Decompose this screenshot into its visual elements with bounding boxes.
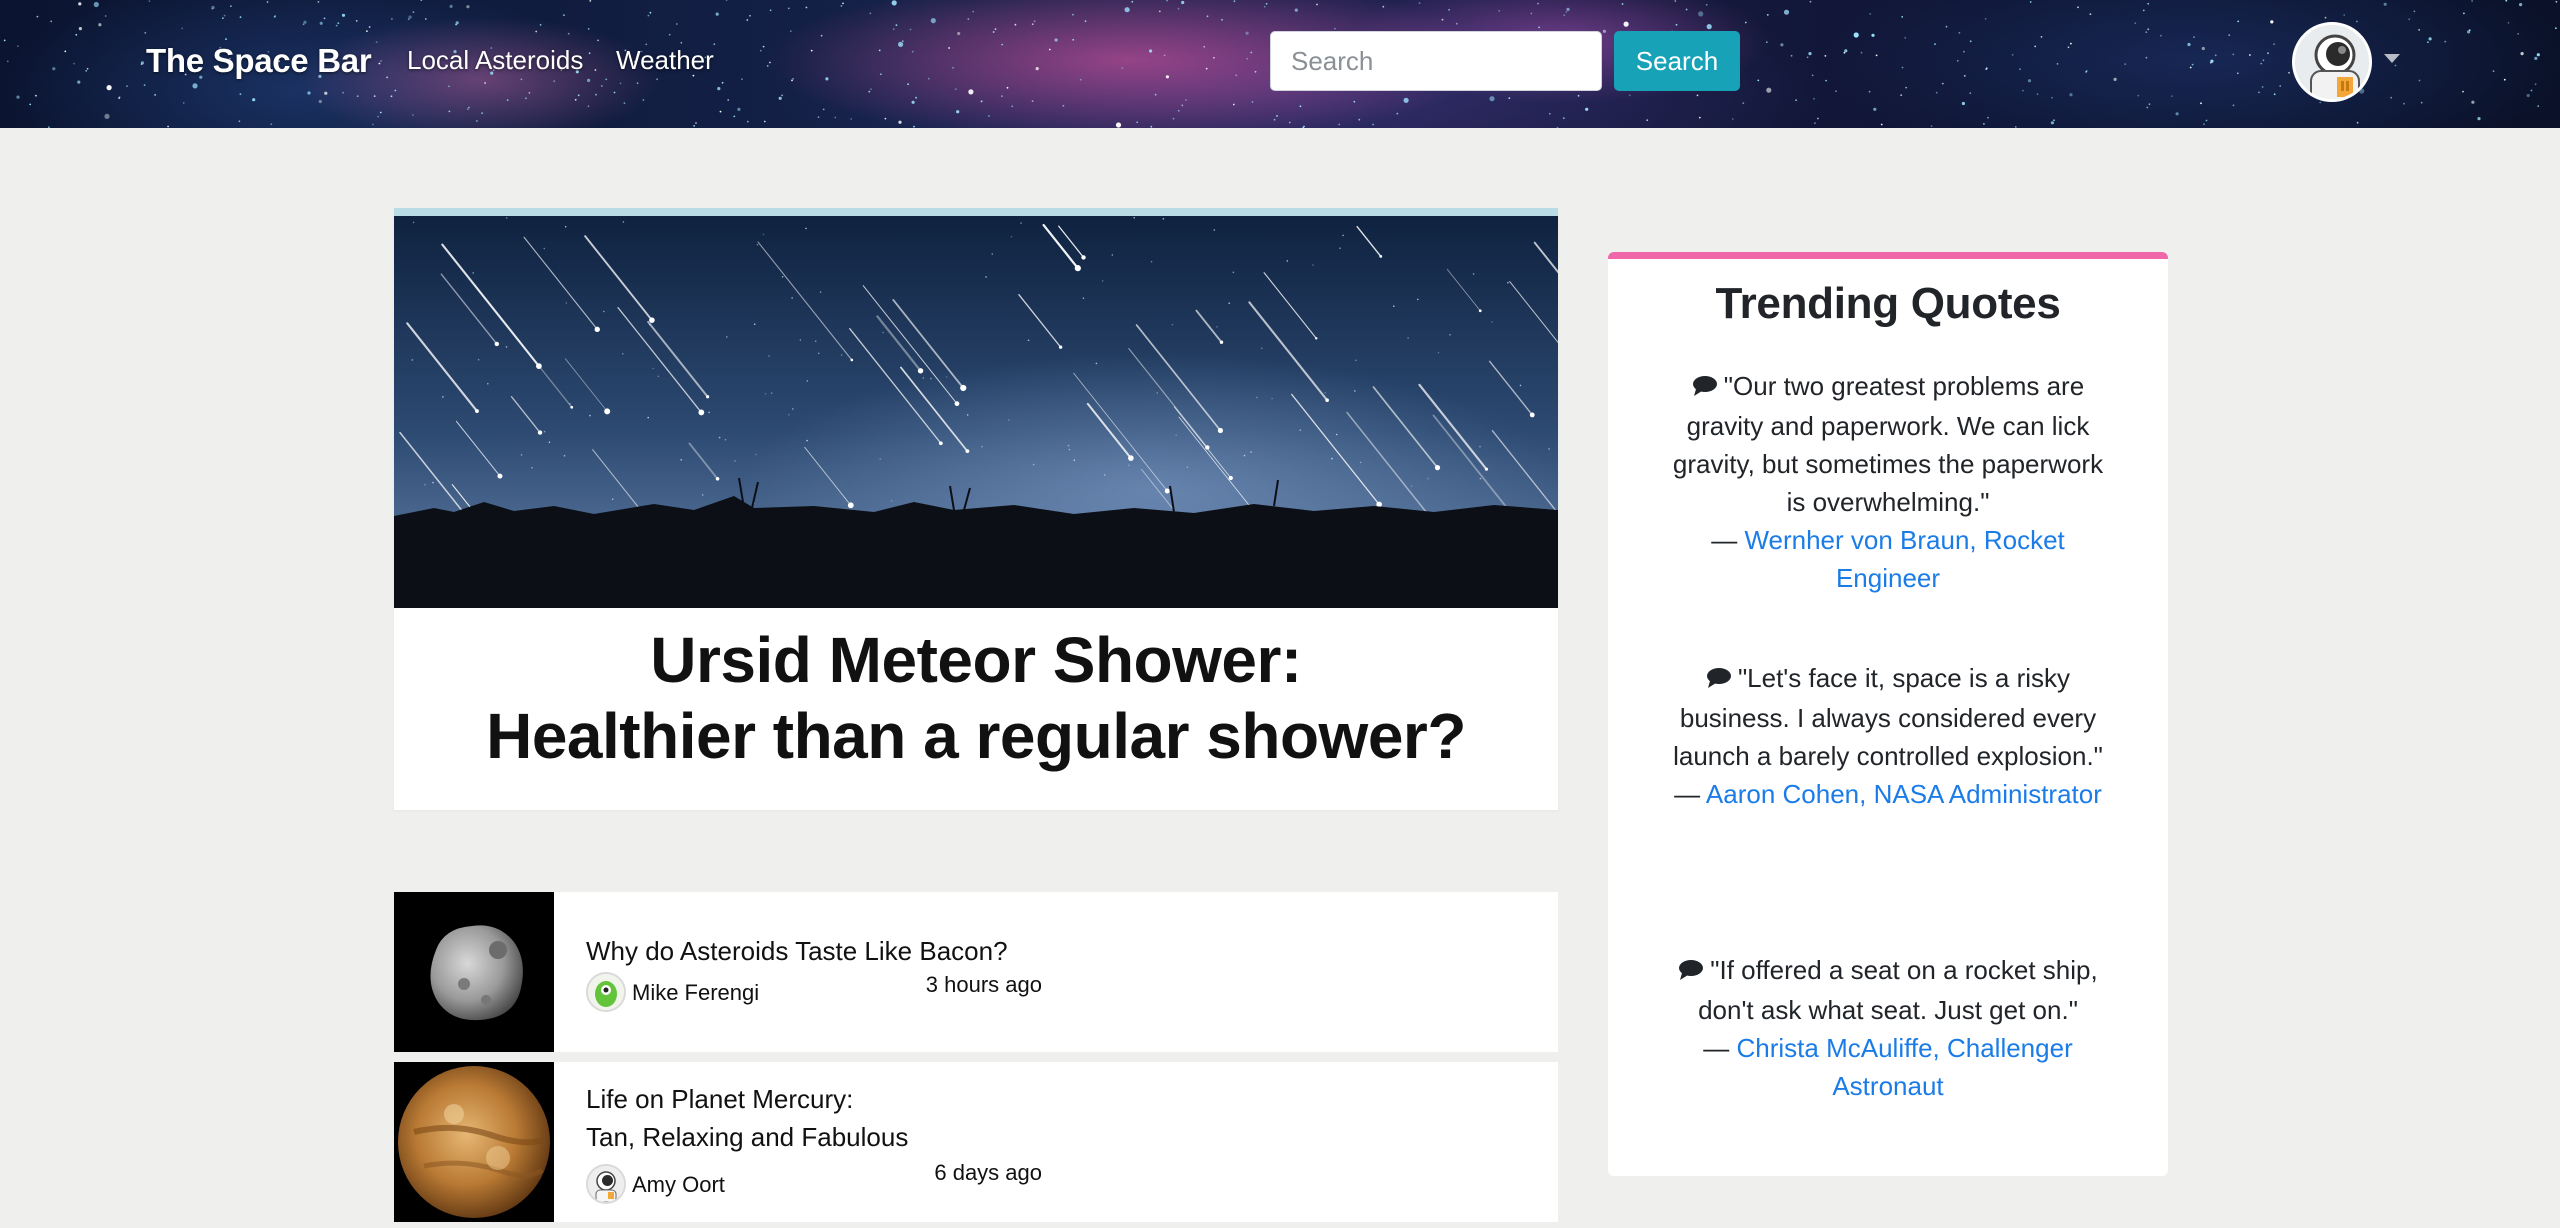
quote-author-link[interactable]: Aaron Cohen, NASA Administrator	[1706, 779, 2102, 809]
alien-avatar-icon	[588, 974, 624, 1010]
user-avatar-button[interactable]	[2292, 22, 2372, 102]
asteroid-photo	[394, 892, 554, 1052]
comment-bubble-icon	[1678, 953, 1704, 991]
quote-text: "If offered a seat on a rocket ship, don…	[1698, 955, 2098, 1026]
quote-dash: —	[1703, 1033, 1730, 1064]
comment-bubble-icon	[1706, 661, 1732, 699]
user-menu-caret-icon[interactable]	[2384, 54, 2400, 63]
quote-item: "Our two greatest problems are gravity a…	[1668, 367, 2108, 597]
nav-link-weather[interactable]: Weather	[616, 45, 714, 76]
author-avatar	[586, 972, 626, 1012]
quote-item: "Let's face it, space is a risky busines…	[1668, 659, 2108, 813]
search-button[interactable]: Search	[1614, 31, 1740, 91]
article-timestamp: 3 hours ago	[925, 972, 1042, 997]
brand-logo-link[interactable]: The Space Bar	[146, 42, 372, 80]
search-input[interactable]	[1270, 31, 1602, 91]
quote-author-link[interactable]: Wernher von Braun, Rocket Engineer	[1744, 525, 2064, 593]
author-avatar	[586, 1164, 626, 1204]
article-list-item[interactable]: Why do Asteroids Taste Like Bacon? Mike …	[394, 892, 1558, 1052]
astronaut-avatar-icon	[588, 1166, 624, 1202]
article-title-line-1: Life on Planet Mercury:	[586, 1084, 854, 1114]
quote-text: "Our two greatest problems are gravity a…	[1672, 371, 2104, 518]
article-timestamp: 6 days ago	[934, 1160, 1042, 1185]
quote-text: "Let's face it, space is a risky busines…	[1673, 663, 2103, 772]
planet-photo	[394, 1062, 554, 1222]
quote-author-link[interactable]: Christa McAuliffe, Challenger Astronaut	[1737, 1033, 2073, 1101]
trending-quotes-panel: Trending Quotes "Our two greatest proble…	[1608, 252, 2168, 1176]
featured-article-title[interactable]: Ursid Meteor Shower: Healthier than a re…	[394, 622, 1558, 774]
article-title-line-2: Tan, Relaxing and Fabulous	[586, 1122, 909, 1152]
quote-dash: —	[1674, 779, 1701, 810]
nav-link-local-asteroids[interactable]: Local Asteroids	[407, 45, 583, 76]
comment-bubble-icon	[1692, 369, 1718, 407]
meteor-shower-photo	[394, 216, 1558, 608]
article-author-name: Amy Oort	[632, 1172, 725, 1197]
featured-article-card[interactable]: Ursid Meteor Shower: Healthier than a re…	[394, 208, 1558, 810]
top-navbar: The Space Bar Local Asteroids Weather Se…	[0, 0, 2560, 128]
article-title[interactable]: Why do Asteroids Taste Like Bacon?	[586, 932, 1008, 970]
article-author-name: Mike Ferengi	[632, 980, 760, 1005]
article-list-item[interactable]: Life on Planet Mercury: Tan, Relaxing an…	[394, 1062, 1558, 1222]
featured-title-line-1: Ursid Meteor Shower:	[650, 624, 1302, 696]
quote-item: "If offered a seat on a rocket ship, don…	[1668, 951, 2108, 1105]
featured-title-line-2: Healthier than a regular shower?	[486, 700, 1466, 772]
article-title[interactable]: Life on Planet Mercury: Tan, Relaxing an…	[586, 1080, 908, 1156]
quote-dash: —	[1711, 525, 1738, 556]
article-title-line-1: Why do Asteroids Taste Like Bacon?	[586, 936, 1008, 966]
trending-quotes-heading: Trending Quotes	[1715, 279, 2061, 328]
